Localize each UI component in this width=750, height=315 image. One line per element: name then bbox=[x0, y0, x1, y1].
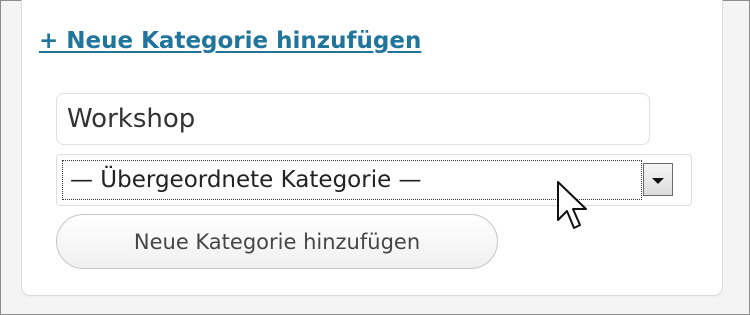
select-dropdown-button[interactable] bbox=[643, 163, 673, 196]
add-category-submit-button[interactable]: Neue Kategorie hinzufügen bbox=[56, 214, 498, 269]
category-name-input[interactable] bbox=[56, 93, 650, 145]
add-new-category-link[interactable]: + Neue Kategorie hinzufügen bbox=[39, 28, 421, 54]
parent-category-selected-value: — Übergeordnete Kategorie — bbox=[62, 160, 642, 200]
chevron-down-icon bbox=[652, 177, 664, 184]
parent-category-select[interactable]: — Übergeordnete Kategorie — bbox=[56, 154, 692, 206]
parent-category-label: — Übergeordnete Kategorie — bbox=[70, 167, 422, 193]
